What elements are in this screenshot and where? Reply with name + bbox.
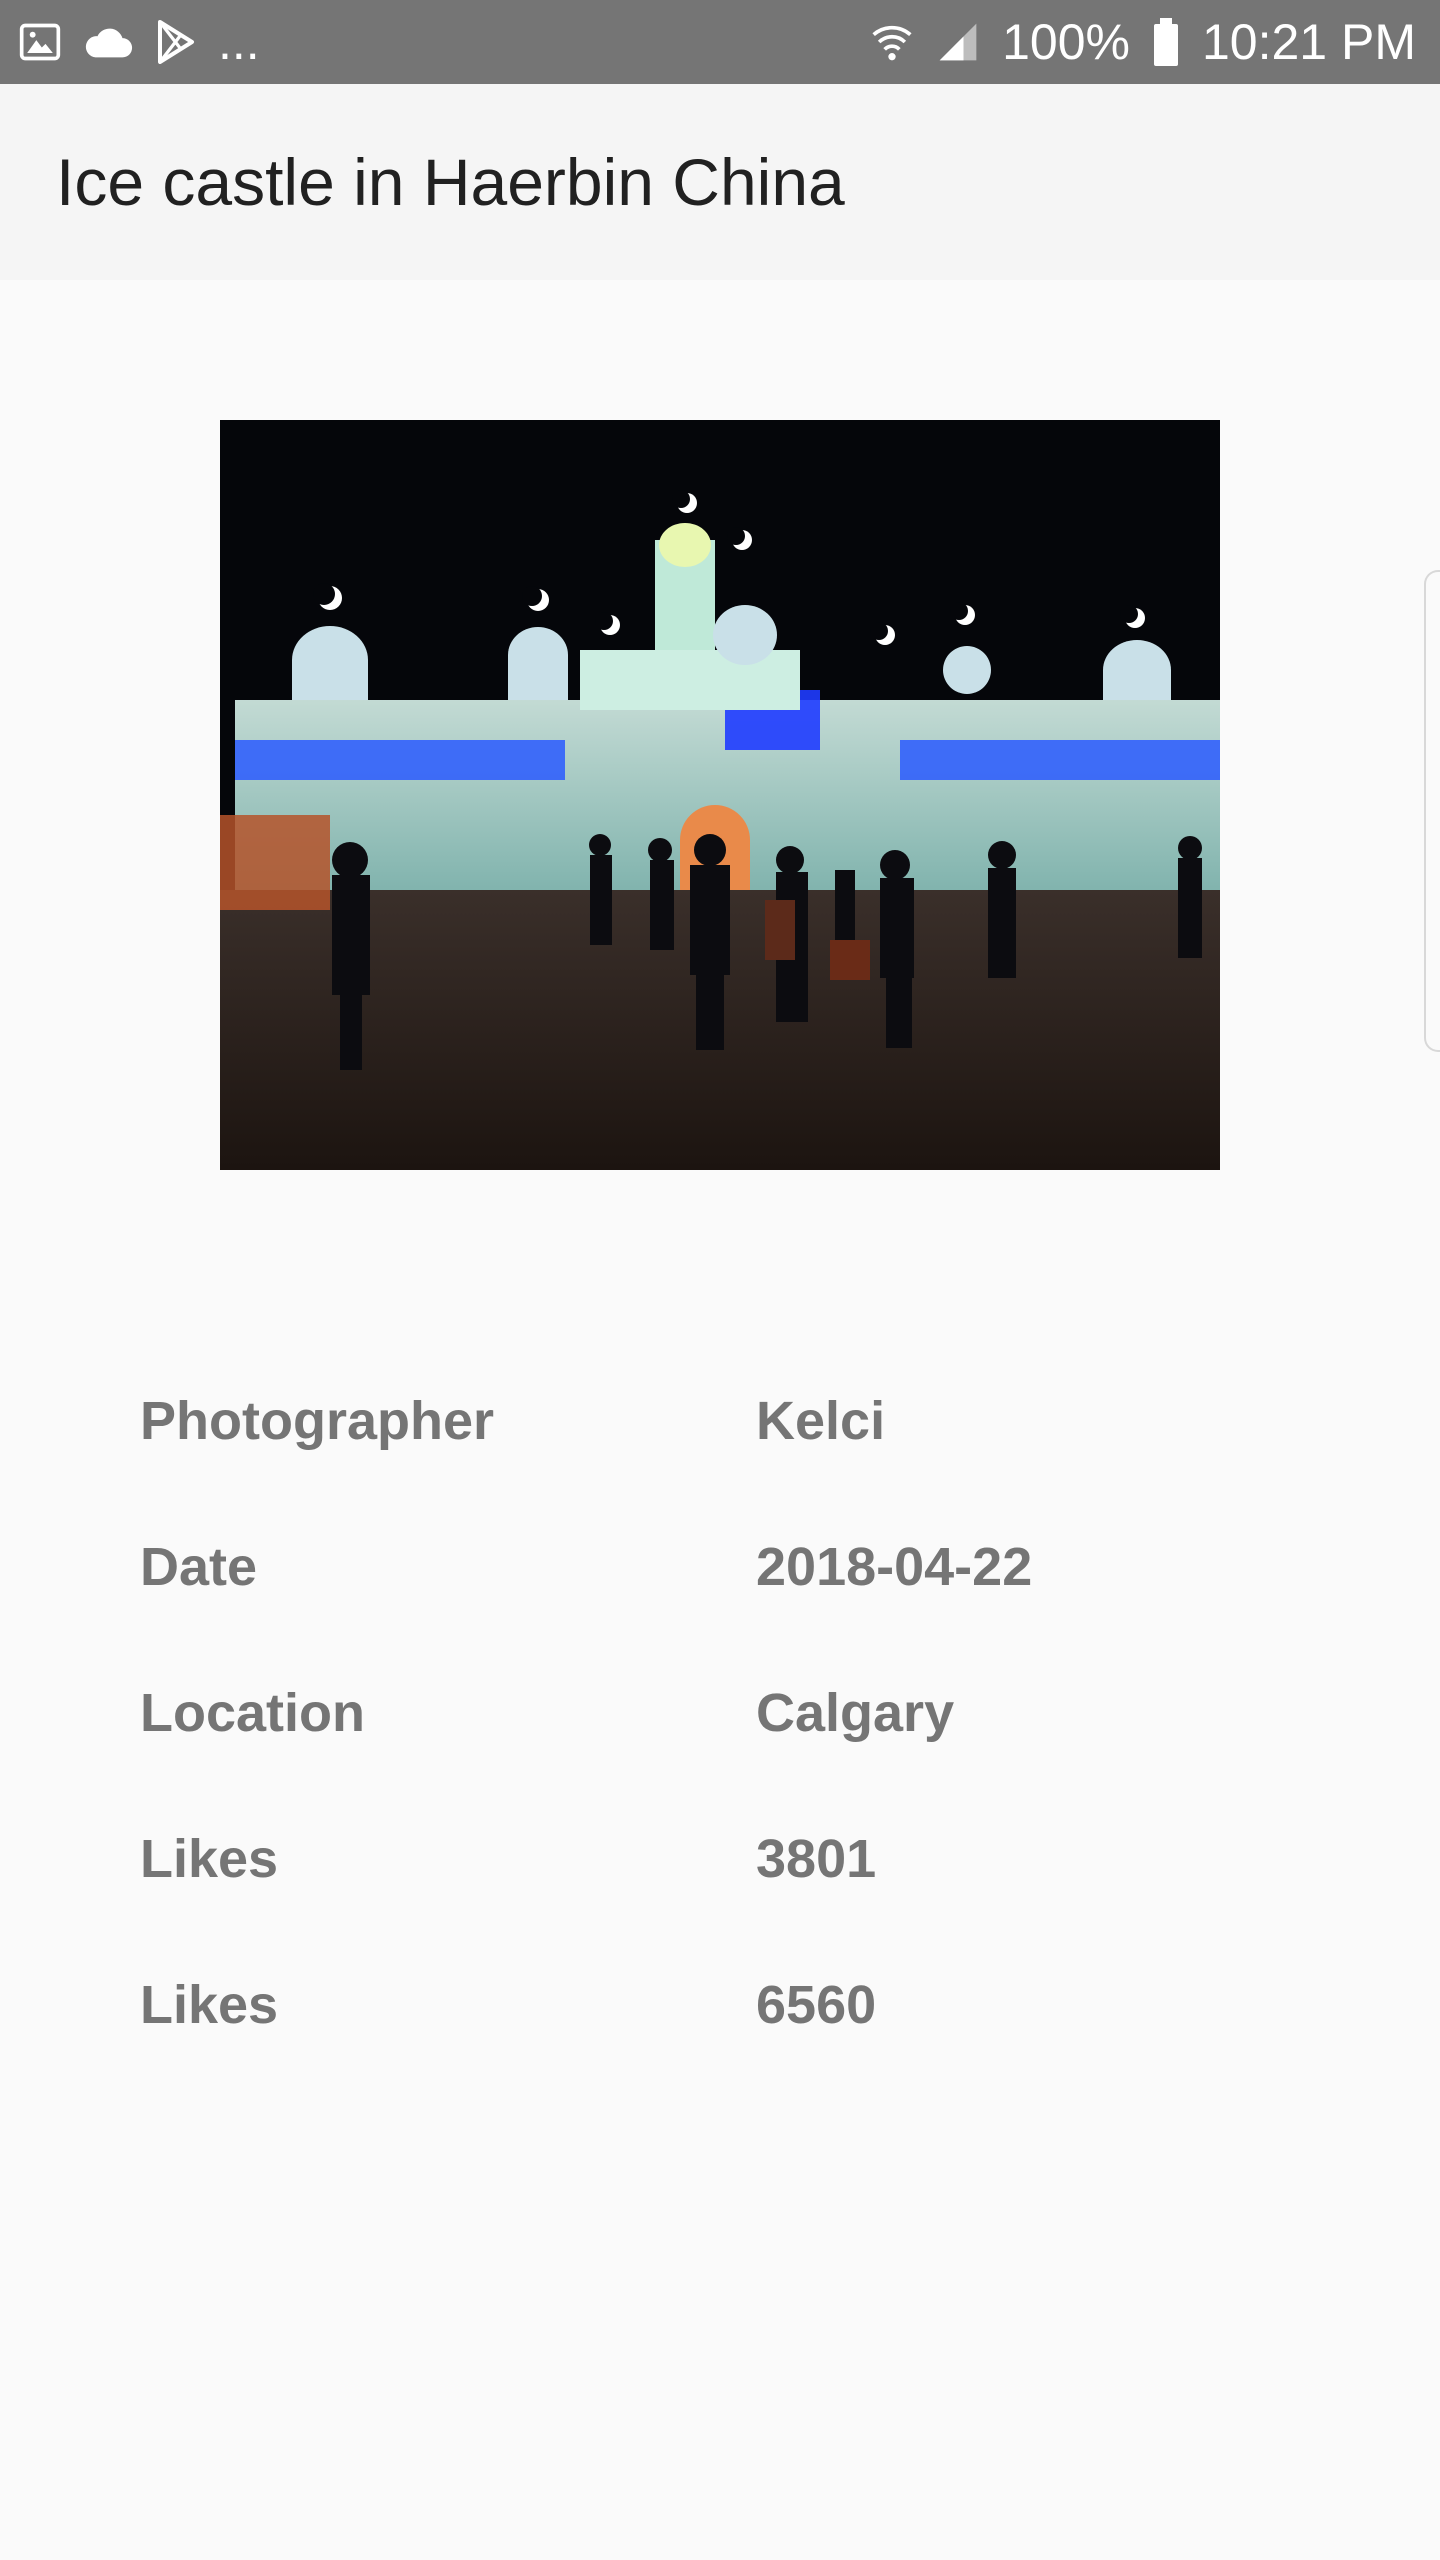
cloud-icon [84, 22, 134, 62]
wifi-icon [870, 20, 914, 64]
photo[interactable] [220, 420, 1220, 1170]
detail-row-date: Date 2018-04-22 [140, 1494, 1300, 1640]
battery-percent: 100% [1002, 14, 1130, 70]
detail-label: Likes [140, 1829, 279, 1889]
status-time: 10:21 PM [1201, 14, 1416, 70]
detail-row-likes: Likes 3801 [140, 1786, 1300, 1932]
edge-panel-handle[interactable] [1424, 570, 1440, 1052]
page-title: Ice castle in Haerbin China [56, 145, 845, 219]
battery-icon [1152, 18, 1180, 66]
app-bar: Ice castle in Haerbin China [0, 84, 1440, 280]
detail-value: 2018-04-22 [756, 1537, 1033, 1597]
detail-label: Location [140, 1683, 365, 1743]
detail-row-photographer: Photographer Kelci [140, 1348, 1300, 1494]
status-bar: ... 100% 10:21 PM [0, 0, 1440, 84]
signal-icon [936, 20, 980, 64]
detail-label: Likes [140, 1975, 279, 2035]
status-ellipsis: ... [218, 14, 260, 70]
detail-value: 3801 [756, 1829, 877, 1889]
detail-row-likes-2: Likes 6560 [140, 1932, 1300, 2078]
detail-label: Photographer [140, 1391, 495, 1451]
detail-value: Calgary [756, 1683, 955, 1743]
photo-details: Photographer Kelci Date 2018-04-22 Locat… [140, 1348, 1300, 2078]
detail-value: Kelci [756, 1391, 886, 1451]
ice-castle-photo [220, 420, 1220, 1170]
detail-value: 6560 [756, 1975, 877, 2035]
status-right: 100% 10:21 PM [870, 17, 1416, 67]
image-icon [18, 20, 62, 64]
status-left: ... [18, 17, 260, 67]
detail-label: Date [140, 1537, 258, 1597]
detail-row-location: Location Calgary [140, 1640, 1300, 1786]
play-store-icon [156, 20, 196, 64]
